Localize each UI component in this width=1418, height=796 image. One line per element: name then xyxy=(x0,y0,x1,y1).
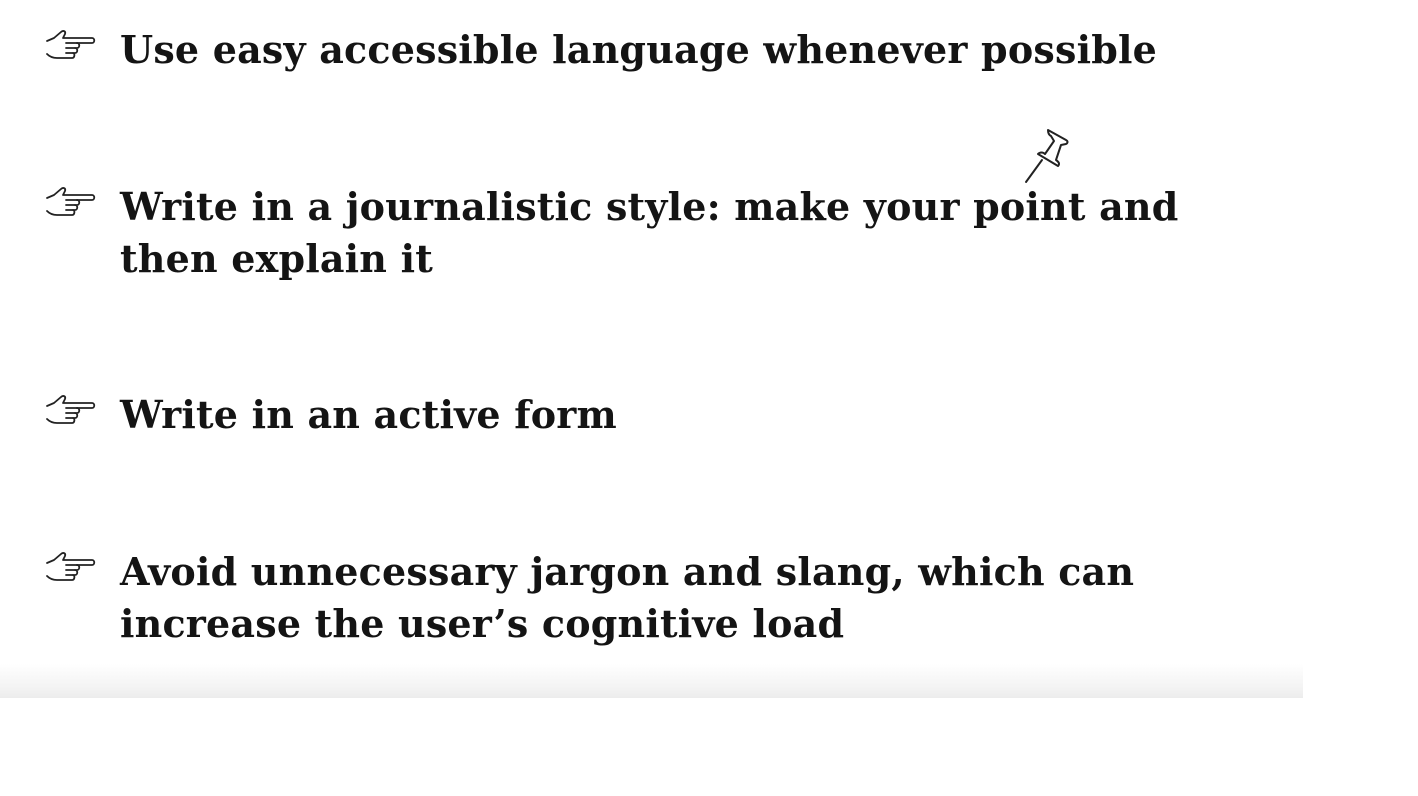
pushpin-icon xyxy=(1025,129,1069,183)
panel-bottom-shadow xyxy=(0,664,1303,698)
content-panel: Use easy accessible language whenever po… xyxy=(0,0,1303,698)
pointing-hand-icon xyxy=(46,552,96,581)
tip-text: Avoid unnecessary jargon and slang, whic… xyxy=(120,549,1135,646)
pointing-hand-icon xyxy=(46,30,96,59)
tip-text: Write in a journalistic style: make your… xyxy=(120,184,1179,281)
pointing-hand-icon xyxy=(46,395,96,424)
right-gutter xyxy=(1303,0,1418,698)
pointing-hand-icon xyxy=(46,187,96,216)
tip-text: Write in an active form xyxy=(120,392,617,437)
tip-text: Use easy accessible language whenever po… xyxy=(120,27,1157,72)
page-bottom-area xyxy=(0,698,1418,796)
